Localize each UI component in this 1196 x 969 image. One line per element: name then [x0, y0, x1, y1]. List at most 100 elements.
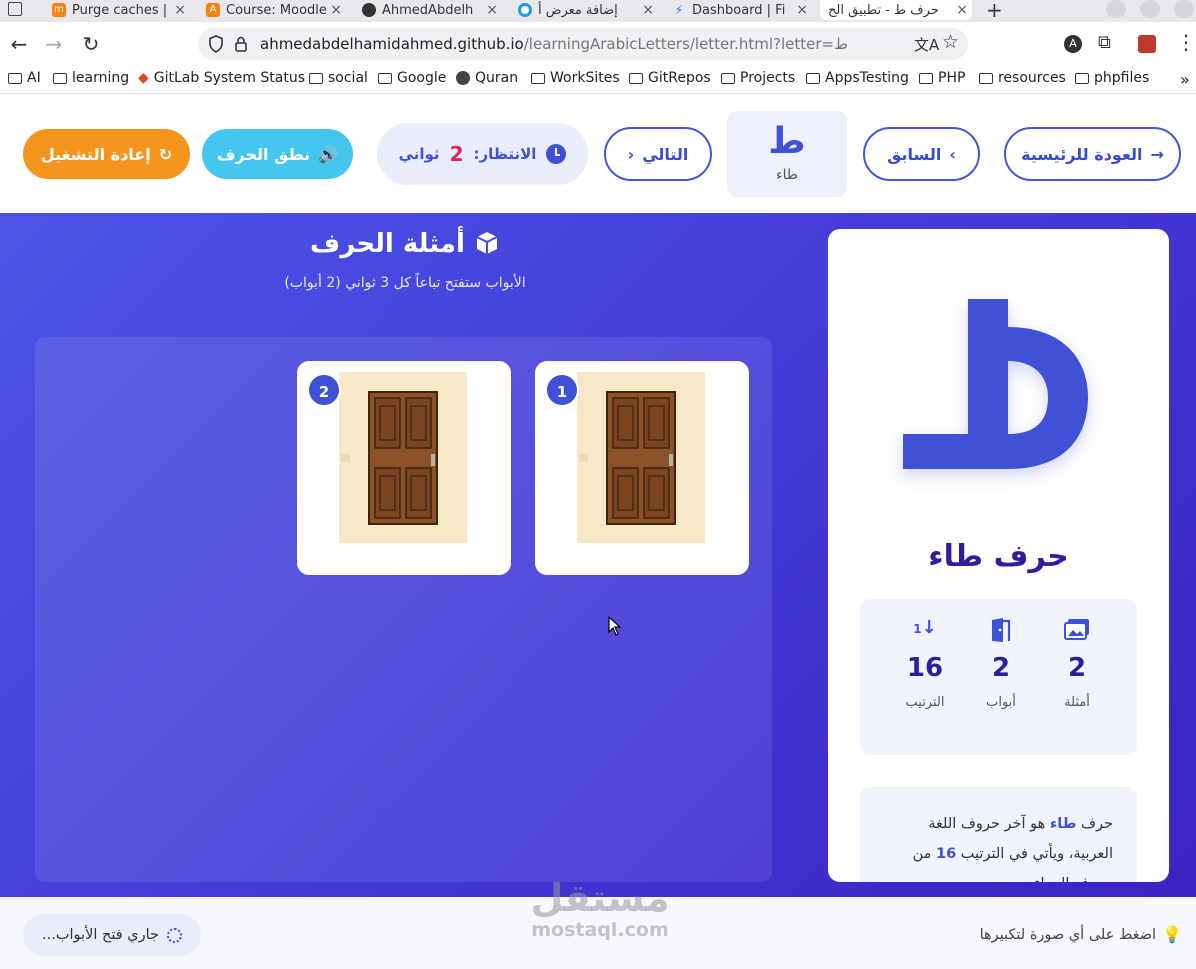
tab-4[interactable]: إضافة معرض أ × — [518, 0, 658, 20]
letter-card-title: حرف طاء — [928, 539, 1069, 574]
menu-icon[interactable]: ⋮ — [1176, 30, 1196, 54]
watermark-arabic: مستقل — [530, 876, 670, 920]
forward-arrow-icon[interactable]: → — [42, 32, 66, 56]
bookmark-projects[interactable]: Projects — [721, 70, 795, 86]
bookmark-google[interactable]: Google — [378, 70, 446, 86]
folder-icon — [8, 72, 22, 84]
url-path: /learningArabicLetters/letter.html?lette… — [523, 35, 848, 53]
stat-doors: 2 أبواب — [966, 617, 1036, 710]
redo-icon: ↻ — [158, 144, 173, 164]
bookmark-label: GitRepos — [648, 70, 711, 86]
browser-tabstrip: m Purge caches | × A Course: Moodle × Ah… — [0, 0, 1196, 22]
bookmark-label: social — [328, 70, 368, 86]
stat-label: أمثلة — [1064, 695, 1090, 710]
desc-letter-name: طاء — [1049, 816, 1077, 832]
doors-status-text: جاري فتح الأبواب... — [42, 927, 159, 943]
bookmark-quran[interactable]: Quran — [456, 70, 518, 86]
folder-icon — [979, 72, 993, 84]
back-home-button[interactable]: → العودة للرئيسية — [1004, 127, 1181, 181]
new-tab-button[interactable]: + — [986, 0, 1003, 22]
account-avatar-icon[interactable]: A — [1064, 35, 1082, 53]
bookmark-resources[interactable]: resources — [979, 70, 1066, 86]
bookmark-ai[interactable]: AI — [8, 70, 41, 86]
bookmark-learning[interactable]: learning — [53, 70, 129, 86]
url-text: ahmedabdelhamidahmed.github.io/learningA… — [260, 35, 848, 53]
replay-button[interactable]: ↻ إعادة التشغيل — [23, 129, 190, 179]
firebase-icon: ⚡ — [674, 3, 684, 17]
bookmark-label: PHP — [938, 70, 966, 86]
extension-app-icon[interactable] — [1138, 35, 1156, 53]
zoom-hint-text: اضغط على أي صورة لتكبيرها — [979, 926, 1157, 943]
bookmark-social[interactable]: social — [309, 70, 368, 86]
close-icon[interactable]: × — [956, 2, 968, 18]
door-card-1[interactable]: 1 — [535, 361, 749, 575]
translate-icon[interactable]: 文A — [914, 34, 939, 55]
tab-5[interactable]: ⚡ Dashboard | Fi × — [672, 0, 812, 20]
clock-icon — [546, 144, 567, 164]
blue-circle-icon — [518, 3, 532, 17]
bookmark-label: AI — [27, 70, 41, 86]
bookmark-gitlab[interactable]: ◆ GitLab System Status — [138, 70, 305, 86]
tab-title: حرف ط - تطبيق الح — [828, 2, 939, 18]
bookmark-label: Quran — [475, 70, 519, 86]
examples-subtitle: الأبواب ستفتح تباعاً كل 3 ثواني (2 أبواب… — [284, 275, 526, 291]
next-label: التالي — [642, 144, 689, 164]
spinner-icon — [166, 927, 182, 943]
bookmark-php[interactable]: PHP — [919, 70, 965, 86]
close-icon[interactable]: × — [330, 2, 342, 18]
tab-2[interactable]: A Course: Moodle × — [206, 0, 346, 20]
close-icon[interactable]: × — [642, 2, 654, 18]
back-arrow-icon[interactable]: ← — [7, 32, 31, 56]
folder-icon — [629, 72, 643, 84]
door-image-1[interactable] — [577, 372, 705, 543]
tab-title: Course: Moodle — [226, 2, 327, 18]
address-bar[interactable]: ahmedabdelhamidahmed.github.io/learningA… — [198, 28, 968, 60]
github-icon — [362, 3, 376, 17]
extensions-icon[interactable]: ⧉ — [1098, 32, 1111, 53]
gitlab-icon: ◆ — [138, 70, 149, 86]
bookmark-gitrepos[interactable]: GitRepos — [629, 70, 711, 86]
stat-order: ↓1 16 الترتيب — [890, 617, 960, 710]
reload-icon[interactable]: ↻ — [79, 32, 103, 56]
tab-3[interactable]: AhmedAbdelh × — [362, 0, 502, 20]
cube-icon — [474, 230, 500, 256]
doors-status: جاري فتح الأبواب... — [23, 914, 201, 956]
minimize-icon[interactable] — [1106, 0, 1126, 18]
desc-text: حرف — [1081, 816, 1113, 832]
examples-title-text: أمثلة الحرف — [310, 229, 465, 259]
tab-6-active[interactable]: حرف ط - تطبيق الح × — [820, 0, 972, 20]
main-content: أمثلة الحرف الأبواب ستفتح تباعاً كل 3 ثو… — [0, 213, 1196, 897]
stat-value: 16 — [906, 653, 944, 683]
maximize-icon[interactable] — [1140, 0, 1160, 18]
browser-toolbar: ← → ↻ ahmedabdelhamidahmed.github.io/lea… — [0, 22, 1196, 66]
next-button[interactable]: التالي ‹ — [604, 127, 712, 181]
wait-timer: الانتظار: 2 ثواني — [377, 123, 588, 185]
tab-title: AhmedAbdelh — [382, 2, 474, 18]
previous-button[interactable]: › السابق — [863, 127, 980, 181]
bookmarks-overflow-button[interactable]: » — [1180, 70, 1190, 89]
pronounce-button[interactable]: 🔊 نطق الحرف — [202, 129, 353, 179]
timer-unit: ثواني — [398, 145, 440, 163]
bookmark-appstesting[interactable]: AppsTesting — [806, 70, 909, 86]
bookmark-phpfiles[interactable]: phpfiles — [1075, 70, 1149, 86]
tab-list-icon[interactable] — [8, 2, 22, 16]
close-window-icon[interactable] — [1174, 0, 1194, 18]
close-icon[interactable]: × — [174, 2, 186, 18]
door-card-2[interactable]: 2 — [297, 361, 511, 575]
folder-icon — [378, 72, 392, 84]
close-icon[interactable]: × — [486, 2, 498, 18]
star-icon[interactable]: ☆ — [942, 31, 959, 53]
folder-icon — [53, 72, 67, 84]
mostaql-watermark: مستقل mostaql.com — [520, 876, 680, 940]
url-host: ahmedabdelhamidahmed.github.io — [260, 35, 524, 53]
timer-label: الانتظار: — [473, 145, 537, 163]
tab-1[interactable]: m Purge caches | × — [52, 0, 190, 20]
app-header: → العودة للرئيسية › السابق ط طاء التالي … — [0, 95, 1196, 213]
bookmark-label: learning — [72, 70, 130, 86]
door-image-2[interactable] — [339, 372, 467, 543]
bookmark-label: AppsTesting — [825, 70, 909, 86]
folder-icon — [309, 72, 323, 84]
examples-title: أمثلة الحرف — [260, 229, 550, 259]
close-icon[interactable]: × — [796, 2, 808, 18]
bookmark-worksites[interactable]: WorkSites — [531, 70, 620, 86]
